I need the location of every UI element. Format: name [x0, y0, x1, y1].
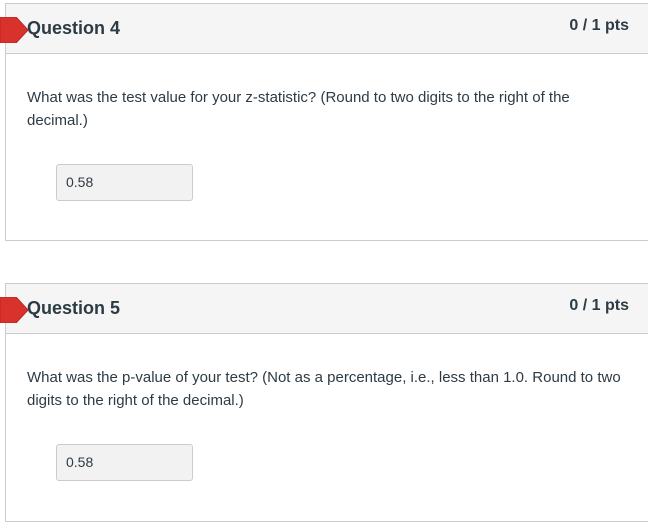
question-text: What was the test value for your z-stati…: [27, 89, 570, 129]
question-points: 0 / 1 pts: [569, 17, 629, 34]
question-points: 0 / 1 pts: [569, 297, 629, 314]
question-title: Question 5: [27, 298, 121, 318]
question-text: What was the p-value of your test? (Not …: [27, 369, 621, 409]
question-5: Question 5 0 / 1 pts What was the p-valu…: [0, 283, 648, 522]
incorrect-flag-icon: [0, 297, 28, 323]
incorrect-flag-icon: [0, 17, 28, 43]
question-title: Question 4: [27, 18, 121, 38]
answer-field[interactable]: 0.58: [56, 444, 193, 481]
question-4: Question 4 0 / 1 pts What was the test v…: [0, 3, 648, 241]
question-header: Question 5 0 / 1 pts: [0, 284, 648, 334]
answer-field[interactable]: 0.58: [56, 164, 193, 201]
question-header: Question 4 0 / 1 pts: [0, 4, 648, 54]
